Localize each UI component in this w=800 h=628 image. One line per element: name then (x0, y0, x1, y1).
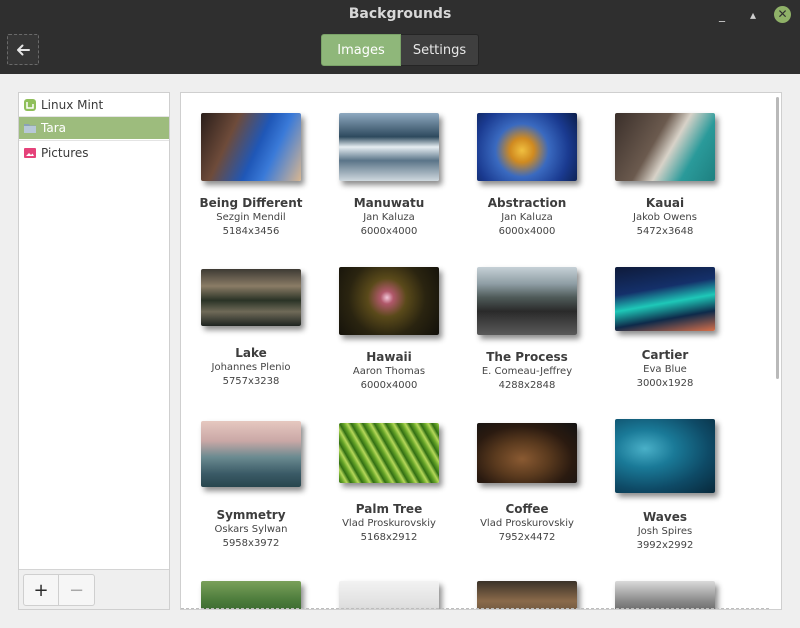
image-author: Josh Spires (637, 526, 693, 537)
sidebar-item-pictures[interactable]: Pictures (19, 142, 169, 164)
window-title: Backgrounds (348, 6, 452, 22)
thumbnail-image[interactable] (339, 581, 439, 609)
thumbnail-image (201, 421, 301, 487)
divider (181, 608, 769, 609)
image-author: Vlad Proskurovskiy (342, 518, 436, 529)
thumbnail-image (615, 419, 715, 493)
image-author: Sezgin Mendil (216, 212, 286, 223)
image-name: Cartier (641, 348, 689, 362)
view-switcher: Images Settings (321, 34, 479, 66)
gallery-item[interactable]: Being Different Sezgin Mendil 5184x3456 (200, 113, 339, 263)
image-author: Vlad Proskurovskiy (480, 518, 574, 529)
back-button[interactable] (7, 34, 39, 65)
image-author: Aaron Thomas (352, 366, 426, 377)
image-author: E. Comeau-Jeffrey (481, 366, 573, 377)
thumbnail-image[interactable] (477, 581, 577, 609)
thumbnail-image (615, 267, 715, 331)
gallery-item[interactable]: Manuwatu Jan Kaluza 6000x4000 (339, 113, 477, 263)
add-folder-button[interactable]: + (23, 574, 59, 606)
divider (19, 140, 169, 141)
image-size: 4288x2848 (498, 380, 556, 391)
image-name: The Process (486, 350, 568, 364)
thumbnail-image[interactable] (201, 581, 301, 609)
image-size: 3000x1928 (636, 378, 694, 389)
folder-sidebar: Linux Mint Tara Pictures + − (18, 92, 170, 610)
thumbnail-image[interactable] (615, 581, 715, 609)
image-size: 5757x3238 (222, 376, 280, 387)
gallery-item[interactable]: Waves Josh Spires 3992x2992 (615, 419, 753, 569)
thumbnail-image (201, 113, 301, 181)
image-author: Johannes Plenio (211, 362, 291, 373)
image-name: Kauai (645, 196, 685, 210)
image-name: Manuwatu (353, 196, 425, 210)
minimize-icon[interactable]: _ (713, 6, 731, 24)
sidebar-item-linux-mint[interactable]: Linux Mint (19, 94, 169, 116)
image-size: 6000x4000 (498, 226, 556, 237)
gallery-item[interactable]: Lake Johannes Plenio 5757x3238 (201, 269, 339, 419)
image-size: 5168x2912 (360, 532, 418, 543)
image-name: Being Different (199, 196, 303, 210)
image-name: Palm Tree (355, 502, 423, 516)
thumbnail-image (201, 269, 301, 326)
sidebar-item-label: Pictures (41, 146, 89, 160)
gallery-item[interactable]: Cartier Eva Blue 3000x1928 (615, 267, 753, 417)
image-name: Symmetry (216, 508, 286, 522)
header-bar: Backgrounds _ ▴ ✕ Images Settings (0, 0, 800, 74)
image-size: 6000x4000 (360, 226, 418, 237)
scrollbar[interactable] (776, 97, 779, 379)
thumbnail-image (477, 113, 577, 181)
image-size: 5958x3972 (222, 538, 280, 549)
thumbnail-image (477, 423, 577, 483)
sidebar-item-label: Tara (41, 121, 66, 135)
image-name: Coffee (505, 502, 549, 516)
image-name: Waves (642, 510, 687, 524)
pictures-folder-icon (24, 148, 36, 158)
image-gallery: Being Different Sezgin Mendil 5184x3456 … (180, 92, 782, 610)
image-author: Eva Blue (643, 364, 687, 375)
image-size: 5184x3456 (222, 226, 280, 237)
gallery-item[interactable]: Hawaii Aaron Thomas 6000x4000 (339, 267, 477, 417)
image-author: Jan Kaluza (501, 212, 553, 223)
gallery-item[interactable]: Kauai Jakob Owens 5472x3648 (615, 113, 753, 263)
sidebar-item-tara[interactable]: Tara (19, 117, 169, 139)
folder-icon (24, 124, 36, 133)
gallery-item[interactable]: Symmetry Oskars Sylwan 5958x3972 (201, 421, 339, 571)
tab-settings[interactable]: Settings (401, 34, 479, 66)
image-name: Abstraction (487, 196, 567, 210)
image-author: Jakob Owens (633, 212, 697, 223)
tab-images[interactable]: Images (321, 34, 401, 66)
gallery-item[interactable]: Abstraction Jan Kaluza 6000x4000 (477, 113, 615, 263)
thumbnail-image (339, 267, 439, 335)
thumbnail-image (339, 113, 439, 181)
sidebar-item-label: Linux Mint (41, 98, 104, 112)
image-size: 3992x2992 (636, 540, 694, 551)
gallery-item[interactable]: The Process E. Comeau-Jeffrey 4288x2848 (477, 267, 615, 417)
thumbnail-image (339, 423, 439, 483)
image-author: Jan Kaluza (363, 212, 415, 223)
thumbnail-image (477, 267, 577, 335)
maximize-icon[interactable]: ▴ (744, 6, 762, 24)
image-author: Oskars Sylwan (214, 524, 288, 535)
remove-folder-button[interactable]: − (59, 574, 95, 606)
image-size: 5472x3648 (636, 226, 694, 237)
sidebar-toolbar: + − (19, 569, 169, 609)
image-name: Lake (235, 346, 267, 360)
mint-logo-icon (24, 99, 36, 111)
arrow-left-icon (17, 44, 30, 55)
thumbnail-image (615, 113, 715, 181)
image-size: 6000x4000 (360, 380, 418, 391)
gallery-item[interactable]: Coffee Vlad Proskurovskiy 7952x4472 (477, 423, 615, 573)
image-name: Hawaii (366, 350, 412, 364)
gallery-item[interactable]: Palm Tree Vlad Proskurovskiy 5168x2912 (339, 423, 477, 573)
image-size: 7952x4472 (498, 532, 556, 543)
close-icon[interactable]: ✕ (774, 6, 791, 23)
